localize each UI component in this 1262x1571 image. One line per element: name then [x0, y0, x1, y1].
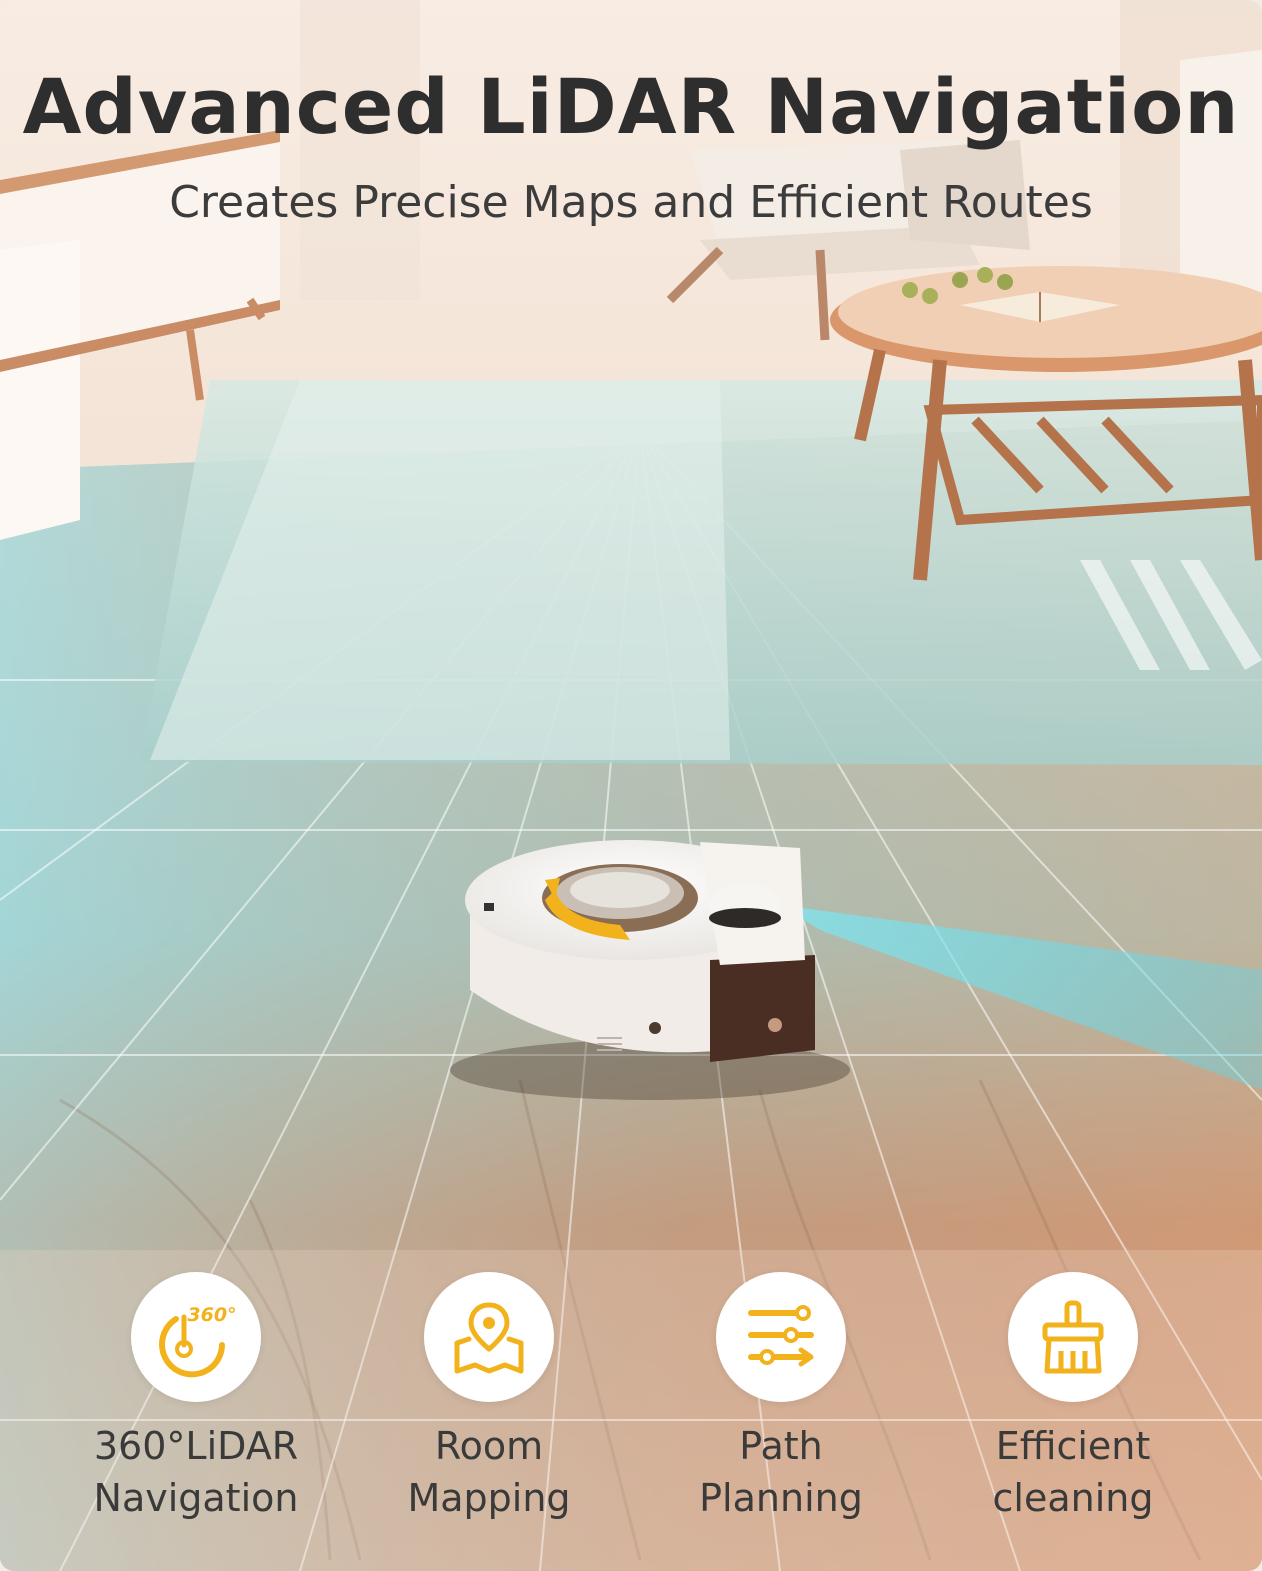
feature-label: Room Mapping — [349, 1420, 629, 1524]
feature-room-mapping: Room Mapping — [349, 1272, 629, 1524]
feature-path-planning: Path Planning — [641, 1272, 921, 1524]
map-pin-icon — [454, 1302, 524, 1374]
feature-icon-circle — [424, 1272, 554, 1402]
feature-label-line2: Navigation — [93, 1476, 299, 1520]
feature-label-line1: Path — [739, 1424, 823, 1468]
lidar-badge-text: 360° — [187, 1304, 236, 1326]
page-subtitle: Creates Precise Maps and Efficient Route… — [169, 177, 1093, 228]
feature-label-line1: 360°LiDAR — [93, 1424, 299, 1468]
page-title: Advanced LiDAR Navigation — [22, 62, 1240, 151]
feature-label-line1: Room — [434, 1424, 544, 1468]
cleaning-brush-icon — [1042, 1300, 1104, 1374]
product-banner: Advanced LiDAR Navigation Creates Precis… — [0, 0, 1262, 1571]
feature-label-line2: cleaning — [992, 1476, 1154, 1520]
feature-label: 360°LiDAR Navigation — [56, 1420, 336, 1524]
lidar-360-icon: 360° — [159, 1304, 237, 1378]
feature-icon-circle — [716, 1272, 846, 1402]
feature-row: 360° 360°LiDAR Navigation Room Mapping P… — [0, 1272, 1262, 1542]
feature-label-line2: Mapping — [407, 1476, 571, 1520]
feature-label: Path Planning — [641, 1420, 921, 1524]
feature-label-line2: Planning — [699, 1476, 863, 1520]
feature-lidar-navigation: 360° 360°LiDAR Navigation — [56, 1272, 336, 1524]
feature-efficient-cleaning: Efficient cleaning — [933, 1272, 1213, 1524]
feature-label: Efficient cleaning — [933, 1420, 1213, 1524]
feature-icon-circle — [1008, 1272, 1138, 1402]
feature-icon-circle: 360° — [131, 1272, 261, 1402]
feature-label-line1: Efficient — [995, 1424, 1151, 1468]
route-path-icon — [748, 1305, 814, 1367]
